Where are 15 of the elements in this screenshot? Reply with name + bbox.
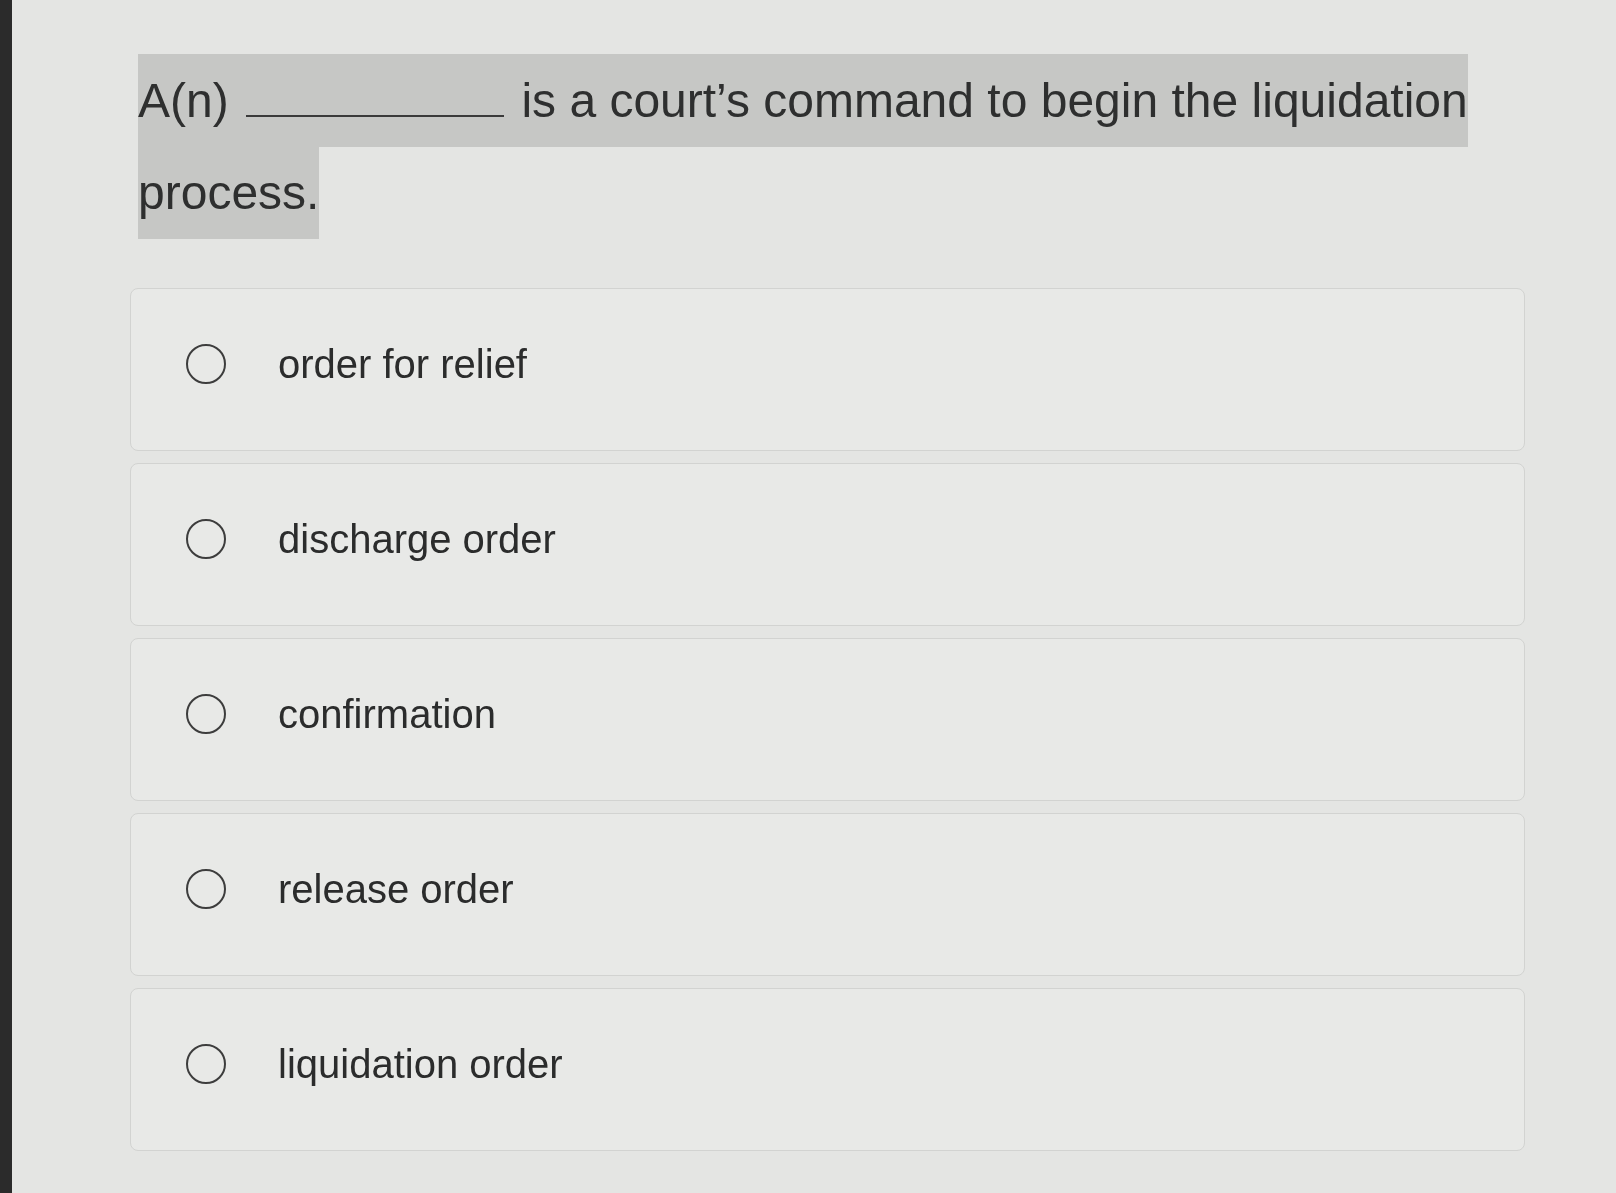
radio-button[interactable] (186, 693, 226, 734)
radio-button[interactable] (186, 518, 226, 559)
option-label: order for relief (278, 340, 527, 388)
radio-button[interactable] (186, 868, 226, 909)
answer-option[interactable]: liquidation order (130, 988, 1525, 1151)
option-label: liquidation order (278, 1040, 563, 1088)
option-label: release order (278, 865, 514, 913)
answer-option[interactable]: confirmation (130, 638, 1525, 801)
radio-button[interactable] (186, 1043, 226, 1084)
answer-option[interactable]: order for relief (130, 288, 1525, 451)
radio-button[interactable] (186, 343, 226, 384)
option-label: discharge order (278, 515, 556, 563)
option-label: confirmation (278, 690, 496, 738)
answer-option[interactable]: discharge order (130, 463, 1525, 626)
answer-option[interactable]: release order (130, 813, 1525, 976)
